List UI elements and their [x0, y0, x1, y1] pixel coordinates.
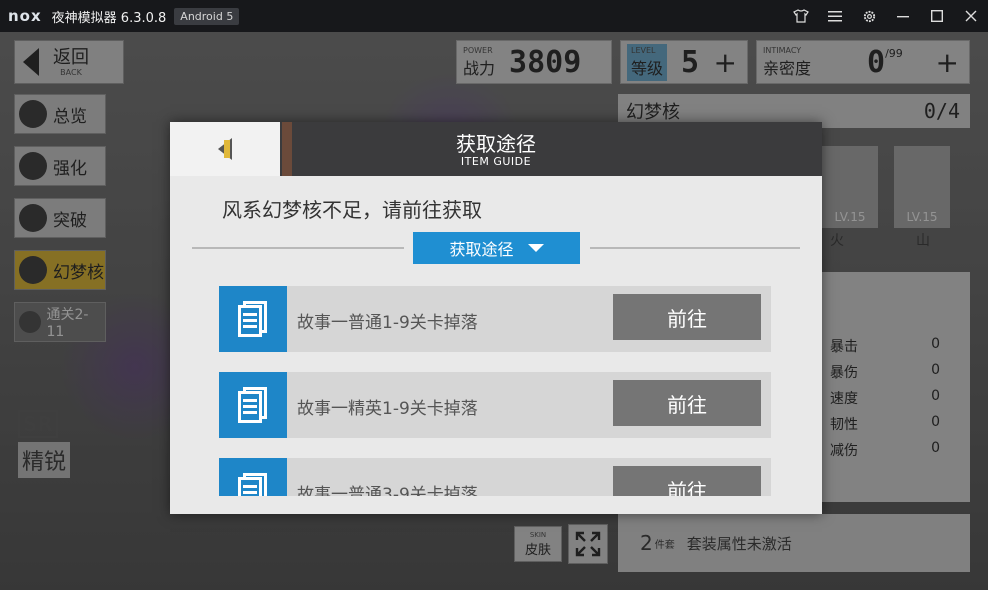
minimize-icon[interactable]	[886, 0, 920, 32]
dropdown-label: 获取途径	[449, 240, 514, 259]
go-button[interactable]: 前往	[613, 294, 761, 340]
source-text: 故事一精英1-9关卡掉落	[297, 399, 478, 419]
document-icon	[219, 286, 287, 352]
android-version-badge: Android 5	[174, 7, 240, 25]
source-dropdown[interactable]: 获取途径	[413, 232, 580, 264]
go-button[interactable]: 前往	[613, 466, 761, 496]
app-title: 夜神模拟器 6.3.0.8	[51, 10, 167, 26]
chevron-down-icon	[527, 244, 544, 252]
source-text: 故事一普通1-9关卡掉落	[297, 313, 478, 333]
go-button[interactable]: 前往	[613, 380, 761, 426]
emulator-window: nox 夜神模拟器 6.3.0.8 Android 5 返回 BACK POWE…	[0, 0, 988, 590]
list-item: 故事一精英1-9关卡掉落 前往	[219, 372, 771, 438]
shortage-message: 风系幻梦核不足，请前往获取	[222, 198, 482, 222]
source-text: 故事一普通3-9关卡掉落	[297, 485, 478, 496]
maximize-icon[interactable]	[920, 0, 954, 32]
divider	[192, 247, 404, 249]
dialog-title: 获取途径	[456, 132, 536, 156]
game-viewport: 返回 BACK POWER 战力 3809 LEVEL 等级 5 + INTIM…	[0, 32, 988, 590]
close-icon[interactable]	[954, 0, 988, 32]
list-item: 故事一普通1-9关卡掉落 前往	[219, 286, 771, 352]
source-list[interactable]: 故事一普通1-9关卡掉落 前往 故事一精英1-9关卡掉落 前往 故事一普通3-9…	[219, 286, 771, 496]
dialog-header: 获取途径 ITEM GUIDE	[170, 122, 822, 176]
shirt-icon[interactable]	[784, 0, 818, 32]
document-icon	[219, 458, 287, 496]
dialog-subtitle: ITEM GUIDE	[460, 155, 532, 168]
menu-icon[interactable]	[818, 0, 852, 32]
list-item: 故事一普通3-9关卡掉落 前往	[219, 458, 771, 496]
gear-icon[interactable]	[852, 0, 886, 32]
title-bar: nox 夜神模拟器 6.3.0.8 Android 5	[0, 0, 988, 32]
document-icon	[219, 372, 287, 438]
item-guide-dialog: 获取途径 ITEM GUIDE 风系幻梦核不足，请前往获取 获取途径 故事一普通…	[170, 122, 822, 514]
divider	[590, 247, 800, 249]
nox-logo: nox	[8, 7, 42, 25]
